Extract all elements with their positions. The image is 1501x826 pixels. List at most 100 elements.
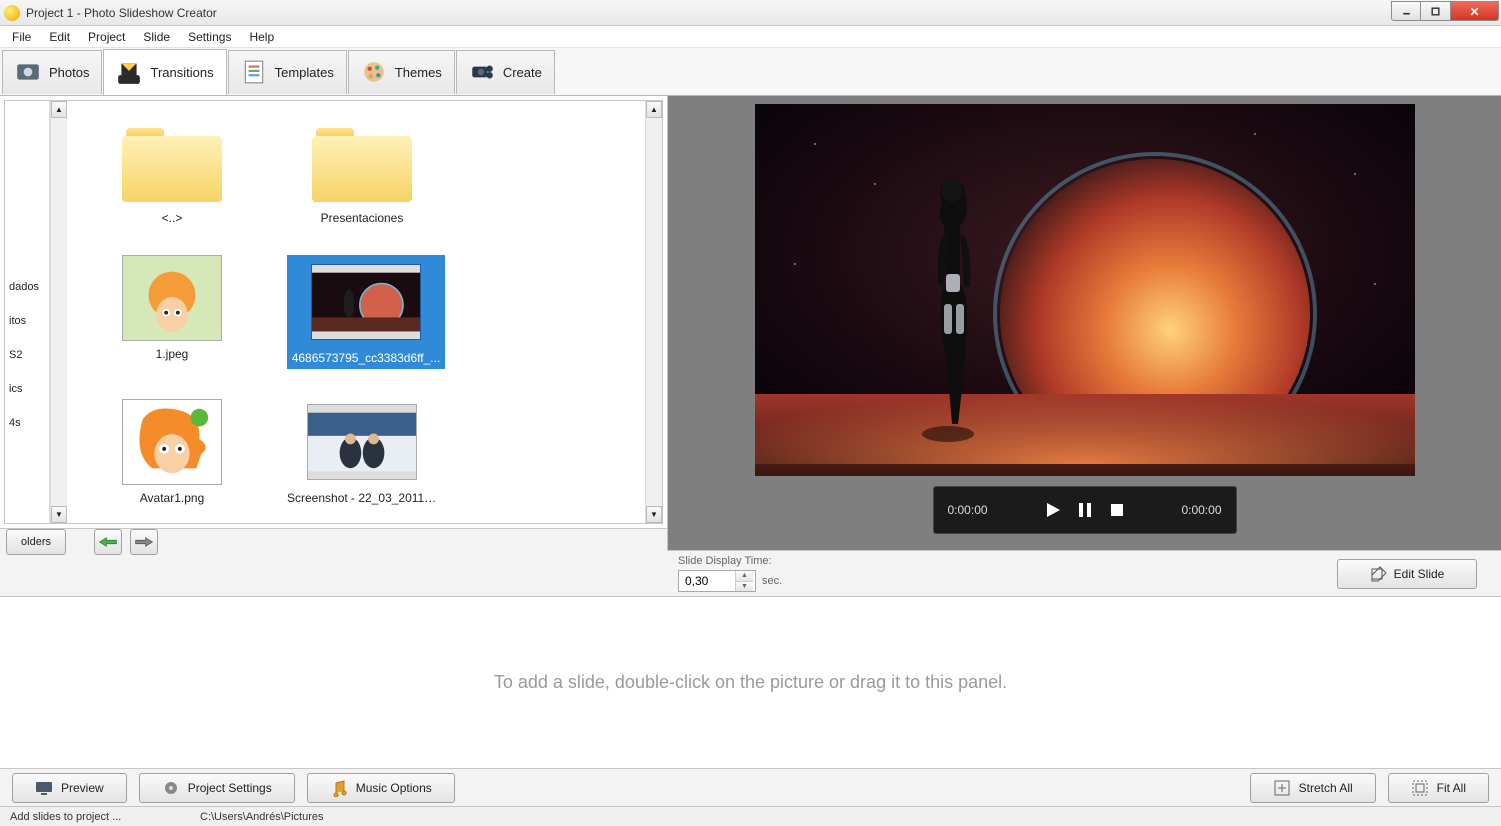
maximize-button[interactable] bbox=[1421, 1, 1451, 21]
thumb-scrollbar[interactable]: ▲ ▼ bbox=[645, 101, 662, 523]
tree-item[interactable]: dados bbox=[9, 281, 49, 293]
tab-label: Create bbox=[503, 65, 542, 80]
preview-image bbox=[755, 104, 1415, 476]
edit-slide-button[interactable]: Edit Slide bbox=[1337, 559, 1477, 589]
time-elapsed: 0:00:00 bbox=[948, 503, 988, 517]
window-title: Project 1 - Photo Slideshow Creator bbox=[26, 6, 1497, 20]
tree-item[interactable]: S2 bbox=[9, 349, 49, 361]
tab-templates[interactable]: Templates bbox=[228, 50, 347, 94]
scroll-track[interactable] bbox=[646, 118, 662, 506]
file-item-up[interactable]: <..> bbox=[97, 119, 247, 225]
file-item-image[interactable]: 1.jpeg bbox=[97, 255, 247, 369]
file-label: Avatar1.png bbox=[140, 491, 205, 505]
scroll-up-icon[interactable]: ▲ bbox=[646, 101, 662, 118]
close-button[interactable] bbox=[1451, 1, 1499, 21]
main-area: dados itos S2 ics 4s ▲ ▼ <..> bbox=[0, 96, 1501, 550]
monitor-icon bbox=[35, 781, 53, 795]
time-input[interactable] bbox=[679, 571, 735, 591]
menu-edit[interactable]: Edit bbox=[41, 28, 78, 46]
menu-file[interactable]: File bbox=[4, 28, 39, 46]
nav-row: olders bbox=[0, 528, 667, 555]
window-buttons bbox=[1391, 1, 1499, 21]
file-item-image[interactable]: Screenshot - 22_03_2011 ... bbox=[287, 399, 437, 505]
status-path: C:\Users\Andrés\Pictures bbox=[190, 811, 333, 823]
music-icon bbox=[330, 779, 348, 797]
tree-item[interactable]: ics bbox=[9, 383, 49, 395]
menu-project[interactable]: Project bbox=[80, 28, 133, 46]
menu-settings[interactable]: Settings bbox=[180, 28, 239, 46]
file-label: Presentaciones bbox=[321, 211, 404, 225]
tab-label: Transitions bbox=[150, 65, 213, 80]
sdt-label: Slide Display Time: bbox=[678, 555, 782, 567]
image-thumb bbox=[122, 255, 222, 341]
image-thumb bbox=[122, 399, 222, 485]
app-icon bbox=[4, 5, 20, 21]
play-icon[interactable] bbox=[1044, 501, 1062, 519]
time-spinner[interactable]: ▲ ▼ bbox=[678, 570, 756, 592]
tab-label: Photos bbox=[49, 65, 89, 80]
fit-all-button[interactable]: Fit All bbox=[1388, 773, 1489, 803]
file-label: <..> bbox=[162, 211, 183, 225]
nav-back-button[interactable] bbox=[94, 529, 122, 555]
menu-help[interactable]: Help bbox=[241, 28, 282, 46]
tree-item[interactable]: itos bbox=[9, 315, 49, 327]
tab-themes[interactable]: Themes bbox=[348, 50, 455, 94]
transitions-icon bbox=[116, 60, 142, 86]
tab-transitions[interactable]: Transitions bbox=[103, 49, 226, 95]
tab-label: Themes bbox=[395, 65, 442, 80]
preview-button[interactable]: Preview bbox=[12, 773, 127, 803]
sdt-unit: sec. bbox=[762, 575, 782, 587]
folder-icon bbox=[312, 122, 412, 202]
stop-icon[interactable] bbox=[1108, 501, 1126, 519]
edit-slide-icon bbox=[1370, 565, 1388, 583]
tree-item[interactable]: 4s bbox=[9, 417, 49, 429]
edit-slide-label: Edit Slide bbox=[1394, 567, 1445, 581]
image-thumb bbox=[307, 404, 417, 480]
music-options-label: Music Options bbox=[356, 781, 432, 795]
scroll-down-icon[interactable]: ▼ bbox=[51, 506, 67, 523]
sub-bar: Slide Display Time: ▲ ▼ sec. Edit Slide bbox=[0, 550, 1501, 596]
tab-create[interactable]: Create bbox=[456, 50, 555, 94]
music-options-button[interactable]: Music Options bbox=[307, 773, 455, 803]
spinner-down-icon[interactable]: ▼ bbox=[736, 582, 753, 592]
stretch-all-button[interactable]: Stretch All bbox=[1250, 773, 1376, 803]
scroll-track[interactable] bbox=[51, 118, 67, 506]
stretch-all-label: Stretch All bbox=[1299, 781, 1353, 795]
preview-panel: 0:00:00 0:00:00 bbox=[668, 96, 1501, 550]
image-thumb bbox=[311, 264, 421, 340]
file-item-image-selected[interactable]: 4686573795_cc3383d6ff_... bbox=[287, 255, 445, 369]
menu-slide[interactable]: Slide bbox=[135, 28, 178, 46]
spinner-up-icon[interactable]: ▲ bbox=[736, 571, 753, 582]
folders-button[interactable]: olders bbox=[6, 529, 66, 555]
fit-icon bbox=[1411, 779, 1429, 797]
scroll-up-icon[interactable]: ▲ bbox=[51, 101, 67, 118]
status-bar: Add slides to project ... C:\Users\André… bbox=[0, 806, 1501, 826]
stretch-icon bbox=[1273, 779, 1291, 797]
project-settings-label: Project Settings bbox=[188, 781, 272, 795]
templates-icon bbox=[241, 59, 267, 85]
tree-scrollbar[interactable]: ▲ ▼ bbox=[50, 101, 67, 523]
file-label: Screenshot - 22_03_2011 ... bbox=[287, 491, 437, 505]
create-icon bbox=[469, 59, 495, 85]
bottom-bar: Preview Project Settings Music Options S… bbox=[0, 768, 1501, 806]
file-item-folder[interactable]: Presentaciones bbox=[287, 119, 437, 225]
gear-icon bbox=[162, 779, 180, 797]
file-browser: dados itos S2 ics 4s ▲ ▼ <..> bbox=[4, 100, 663, 524]
file-label: 4686573795_cc3383d6ff_... bbox=[292, 351, 441, 365]
tab-photos[interactable]: Photos bbox=[2, 50, 102, 94]
project-settings-button[interactable]: Project Settings bbox=[139, 773, 295, 803]
menu-bar: File Edit Project Slide Settings Help bbox=[0, 26, 1501, 48]
nav-forward-button[interactable] bbox=[130, 529, 158, 555]
status-message: Add slides to project ... bbox=[0, 811, 190, 823]
player-bar: 0:00:00 0:00:00 bbox=[933, 486, 1237, 534]
thumbnail-area[interactable]: <..> Presentaciones 1.jpeg bbox=[67, 101, 645, 523]
player-controls bbox=[1044, 501, 1126, 519]
pause-icon[interactable] bbox=[1076, 501, 1094, 519]
timeline-panel[interactable]: To add a slide, double-click on the pict… bbox=[0, 596, 1501, 768]
themes-icon bbox=[361, 59, 387, 85]
minimize-button[interactable] bbox=[1391, 1, 1421, 21]
tab-label: Templates bbox=[275, 65, 334, 80]
file-item-image[interactable]: Avatar1.png bbox=[97, 399, 247, 505]
scroll-down-icon[interactable]: ▼ bbox=[646, 506, 662, 523]
folder-tree[interactable]: dados itos S2 ics 4s bbox=[5, 101, 50, 523]
